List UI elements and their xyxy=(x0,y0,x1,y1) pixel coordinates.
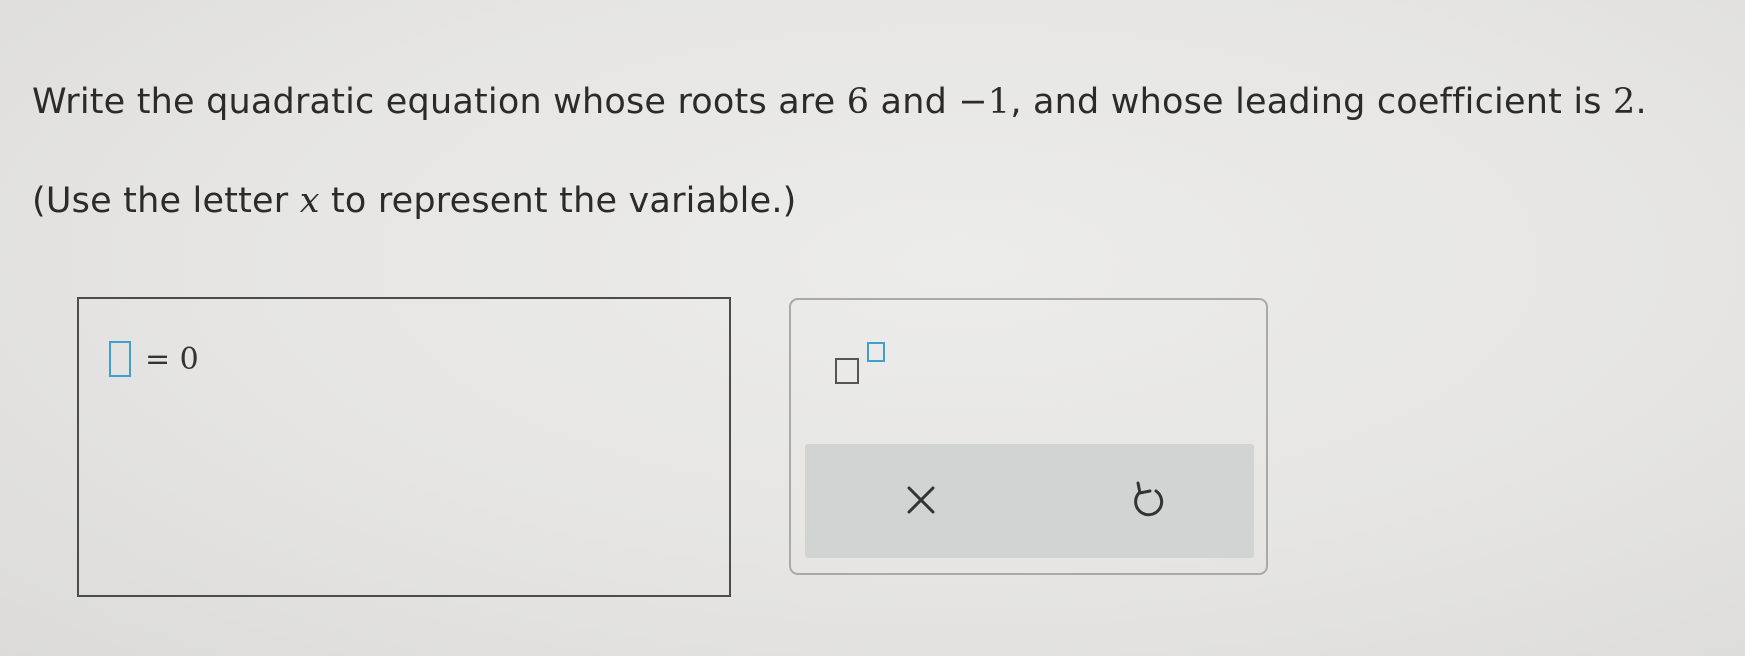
equation-row: = 0 xyxy=(109,341,199,377)
question-suffix: , and whose leading coefficient is xyxy=(1010,82,1614,122)
question-text: Write the quadratic equation whose roots… xyxy=(32,82,1647,122)
equals-zero: = 0 xyxy=(145,341,199,377)
clear-button[interactable] xyxy=(895,474,947,526)
answer-area[interactable]: = 0 xyxy=(77,297,731,597)
exponent-power-box xyxy=(867,342,885,362)
exponent-button[interactable] xyxy=(831,336,907,392)
hint-text: (Use the letter x to represent the varia… xyxy=(32,181,797,221)
close-icon xyxy=(907,486,935,514)
variable-name: x xyxy=(299,181,320,221)
undo-icon xyxy=(1134,481,1164,517)
action-bar xyxy=(805,444,1254,558)
hint-prefix: (Use the letter xyxy=(32,181,300,221)
leading-coefficient: 2 xyxy=(1613,82,1636,122)
exponent-base-box xyxy=(835,358,859,384)
question-prefix: Write the quadratic equation whose roots… xyxy=(32,82,847,122)
question-end: . xyxy=(1635,82,1647,122)
root-2: −1 xyxy=(958,82,1011,122)
math-toolbar xyxy=(789,298,1268,575)
root-1: 6 xyxy=(846,82,870,122)
answer-input[interactable] xyxy=(109,341,131,377)
hint-suffix: to represent the variable.) xyxy=(319,181,797,221)
question-between: and xyxy=(869,82,959,122)
undo-button[interactable] xyxy=(1123,472,1175,528)
